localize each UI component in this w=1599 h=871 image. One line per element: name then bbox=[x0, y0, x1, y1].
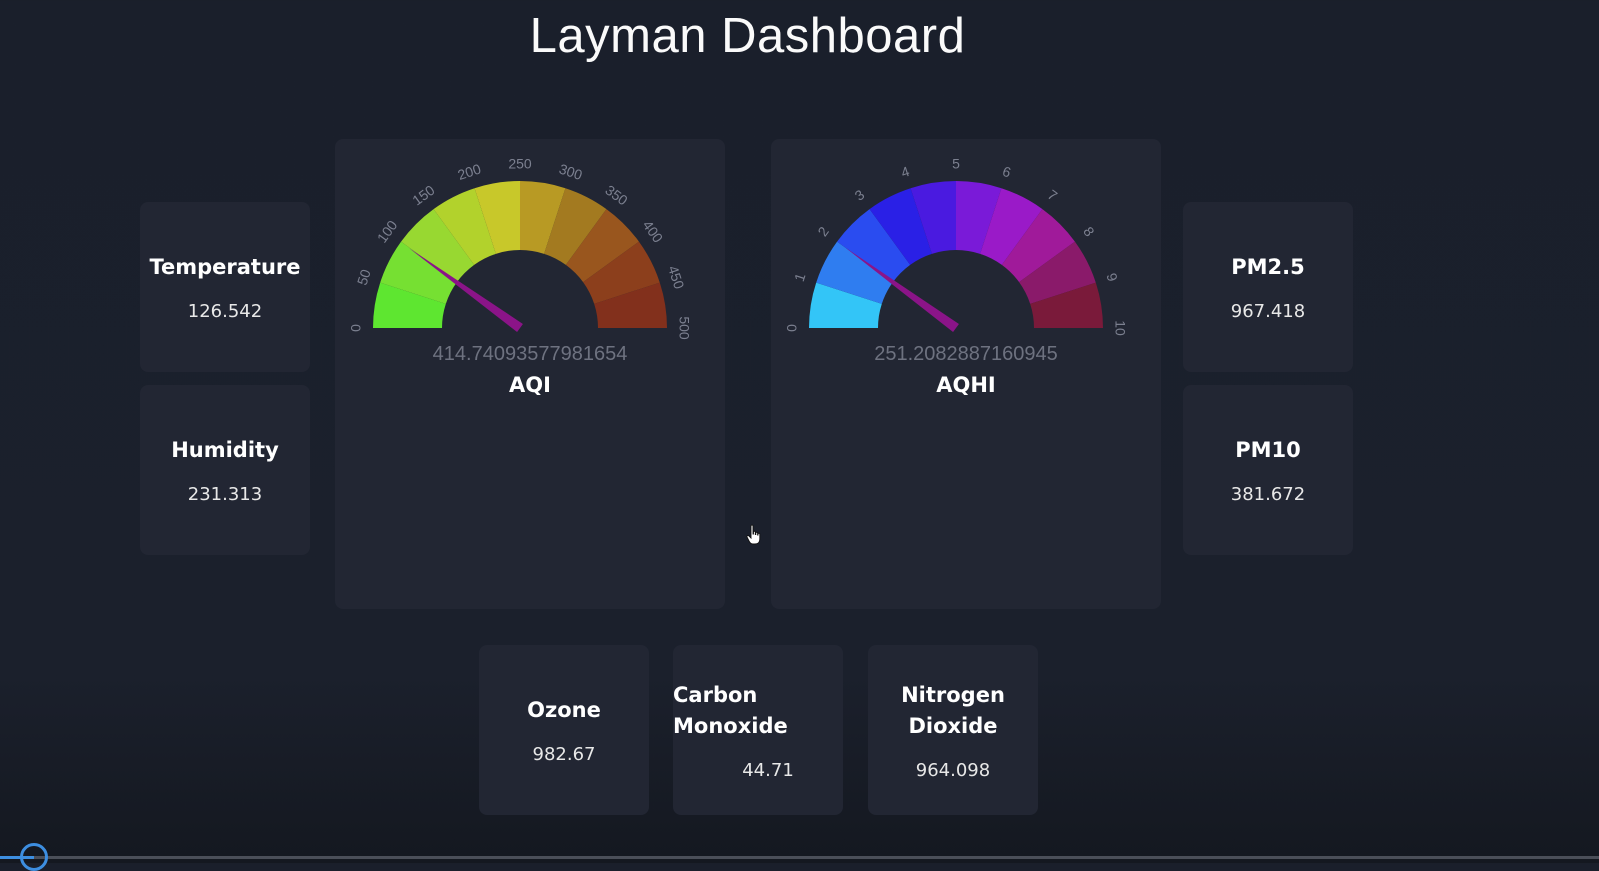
aqi-gauge-tick-label: 100 bbox=[374, 217, 401, 245]
page-title: Layman Dashboard bbox=[529, 9, 966, 63]
aqi-gauge-tick-label: 300 bbox=[557, 161, 584, 184]
aqi-value-text: 414.74093577981654 bbox=[433, 343, 628, 365]
aqhi-gauge-tick-label: 6 bbox=[1001, 163, 1014, 181]
aqi-gauge-tick-label: 150 bbox=[409, 182, 437, 209]
ozone-value: 982.67 bbox=[532, 744, 596, 765]
nitrogen-dioxide-value: 964.098 bbox=[915, 759, 991, 781]
aqhi-gauge-tick-label: 9 bbox=[1103, 271, 1121, 284]
temperature-card: Temperature 126.542 bbox=[140, 202, 310, 372]
aqi-gauge-tick-label: 250 bbox=[508, 156, 532, 172]
ozone-label: Ozone bbox=[527, 698, 601, 722]
aqi-gauge-tick-label: 50 bbox=[354, 267, 374, 287]
video-progress-track[interactable] bbox=[0, 856, 1599, 859]
aqi-gauge-tick-label: 350 bbox=[602, 182, 630, 209]
aqhi-gauge-tick-label: 2 bbox=[814, 223, 832, 239]
aqhi-value-text: 251.2082887160945 bbox=[874, 343, 1058, 365]
pm10-value: 381.672 bbox=[1230, 484, 1306, 505]
aqi-gauge-tick-label: 400 bbox=[640, 217, 667, 245]
humidity-value: 231.313 bbox=[187, 484, 263, 505]
humidity-label: Humidity bbox=[171, 438, 279, 462]
hand-cursor-icon bbox=[746, 524, 761, 545]
aqi-gauge-tick-label: 200 bbox=[456, 160, 483, 183]
aqhi-gauge-tick-label: 4 bbox=[899, 163, 912, 181]
aqhi-gauge-tick-label: 5 bbox=[952, 156, 960, 172]
pm10-card: PM10 381.672 bbox=[1183, 385, 1353, 555]
carbon-monoxide-value: 44.71 bbox=[742, 759, 794, 781]
aqi-gauge: 0 50 100 150 200 250 300 350 400 450 500 414.74093… bbox=[348, 156, 693, 397]
pm10-label: PM10 bbox=[1235, 438, 1301, 462]
humidity-card: Humidity 231.313 bbox=[140, 385, 310, 555]
aqhi-gauge-tick-label: 10 bbox=[1112, 320, 1128, 336]
aqhi-gauge-tick-label: 1 bbox=[791, 271, 809, 284]
nitrogen-dioxide-card: Nitrogen Dioxide 964.098 bbox=[868, 645, 1038, 815]
video-progress-handle[interactable] bbox=[20, 843, 48, 871]
aqhi-gauge-card: 0 1 2 3 4 5 6 7 8 9 10 251.2082887160945 AQHI bbox=[771, 139, 1161, 609]
aqhi-gauge-tick-label: 0 bbox=[784, 324, 800, 332]
aqhi-gauge-arcs bbox=[809, 181, 1103, 328]
pm25-label: PM2.5 bbox=[1231, 255, 1305, 279]
carbon-monoxide-card: Carbon Monoxide 44.71 bbox=[673, 645, 843, 815]
carbon-monoxide-label: Carbon Monoxide bbox=[673, 682, 788, 738]
aqi-gauge-card: 0 50 100 150 200 250 300 350 400 450 500 414.74093… bbox=[335, 139, 725, 609]
aqi-gauge-tick-label: 450 bbox=[665, 264, 688, 291]
aqi-title: AQI bbox=[509, 373, 551, 397]
aqi-gauge-tick-label: 0 bbox=[348, 324, 364, 332]
pm25-value: 967.418 bbox=[1230, 301, 1306, 322]
aqhi-gauge: 0 1 2 3 4 5 6 7 8 9 10 251.2082887160945 AQHI bbox=[784, 156, 1129, 397]
temperature-value: 126.542 bbox=[187, 301, 263, 322]
aqhi-gauge-tick-label: 7 bbox=[1045, 186, 1061, 204]
nitrogen-dioxide-label: Nitrogen Dioxide bbox=[901, 682, 1005, 738]
aqi-gauge-tick-label: 500 bbox=[676, 316, 692, 340]
aqhi-gauge-tick-label: 3 bbox=[852, 186, 868, 204]
ozone-card: Ozone 982.67 bbox=[479, 645, 649, 815]
pm25-card: PM2.5 967.418 bbox=[1183, 202, 1353, 372]
aqhi-title: AQHI bbox=[936, 373, 996, 397]
temperature-label: Temperature bbox=[149, 255, 301, 279]
aqhi-gauge-tick-label: 8 bbox=[1080, 224, 1098, 240]
